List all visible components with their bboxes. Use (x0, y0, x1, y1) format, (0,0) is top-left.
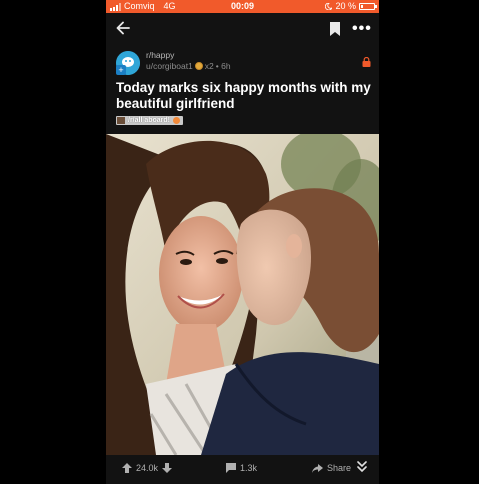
subreddit-name[interactable]: r/happy (146, 50, 174, 60)
comments-button[interactable]: 1.3k (226, 461, 257, 475)
join-plus-icon[interactable]: + (116, 65, 126, 75)
post-title: Today marks six happy months with my bea… (116, 80, 371, 111)
top-nav: ••• (106, 13, 379, 45)
flair-emoji-icon (173, 117, 181, 124)
collapse-chevrons-icon[interactable] (357, 461, 367, 473)
moon-icon (325, 3, 333, 10)
status-bar: Comviq 4G 00:09 20 % (106, 0, 379, 13)
post-header: + r/happy u/corgiboat1 x2 • 6h Today mar… (106, 45, 379, 133)
app-screen: Comviq 4G 00:09 20 % ••• + r/happy u/cor… (106, 0, 379, 484)
share-button[interactable]: Share (312, 461, 351, 475)
award-count: x2 (204, 61, 214, 71)
arrow-left-icon[interactable] (114, 19, 132, 37)
flair-image (117, 117, 125, 124)
post-age: • 6h (215, 61, 231, 71)
more-horizontal-icon[interactable]: ••• (352, 21, 372, 37)
post-meta: u/corgiboat1 x2 • 6h (146, 61, 231, 71)
post-flair: /r/all aboard! (116, 116, 184, 125)
author-name[interactable]: u/corgiboat1 (146, 61, 193, 71)
downvote-icon[interactable] (162, 463, 173, 473)
vote-count: 24.0k (136, 463, 159, 473)
lock-icon (362, 57, 371, 67)
battery-percent: 20 % (335, 1, 356, 11)
post-action-bar: 24.0k 1.3k Share (106, 455, 379, 484)
upvote-icon[interactable] (122, 463, 132, 473)
award-icon (194, 62, 203, 70)
share-label: Share (327, 463, 352, 473)
comment-count: 1.3k (240, 463, 258, 473)
couple-photo (106, 134, 379, 455)
comment-icon (226, 463, 236, 473)
post-image[interactable] (106, 134, 379, 455)
battery-icon (359, 3, 377, 10)
share-icon (312, 463, 323, 473)
bookmark-icon[interactable] (330, 22, 340, 36)
